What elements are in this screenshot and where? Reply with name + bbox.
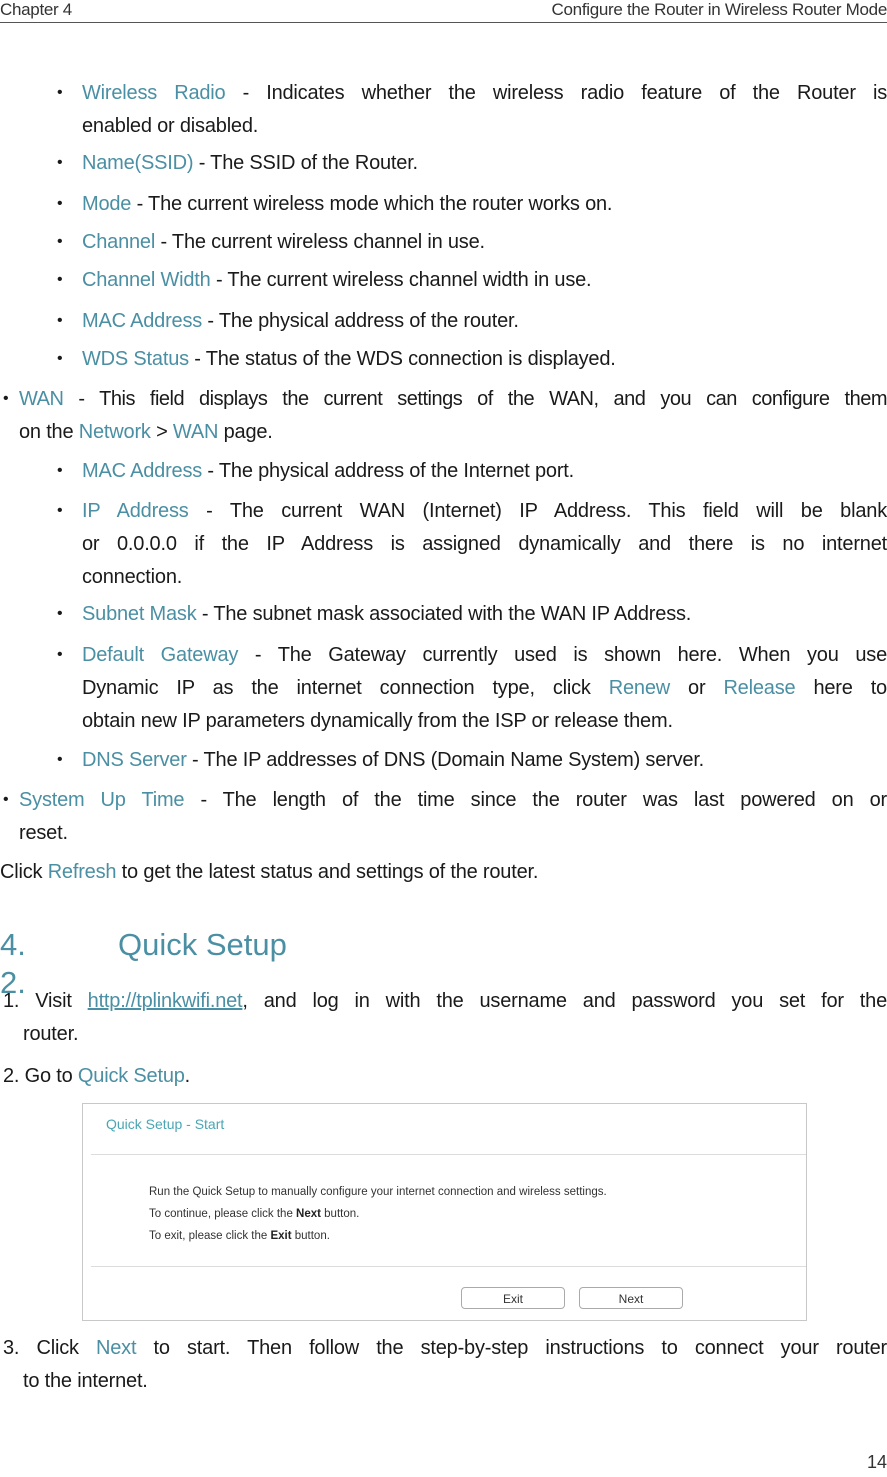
list-item-channel: Channel - The current wireless channel i… xyxy=(82,231,485,253)
panel-line-2: To continue, please click the Next butto… xyxy=(149,1208,360,1220)
step-2: 2. Go to Quick Setup. xyxy=(3,1065,191,1087)
panel-line-3: To exit, please click the Exit button. xyxy=(149,1230,330,1242)
bullet-icon: • xyxy=(57,271,63,288)
bullet-icon: • xyxy=(3,390,9,407)
term: Subnet Mask xyxy=(82,603,197,625)
list-item-ssid: Name(SSID) - The SSID of the Router. xyxy=(82,152,418,174)
list-item-continuation: obtain new IP parameters dynamically fro… xyxy=(82,710,673,732)
bullet-icon: • xyxy=(57,312,63,329)
list-item-wan: WAN - This field displays the current se… xyxy=(19,388,887,410)
list-item-wds-status: WDS Status - The status of the WDS conne… xyxy=(82,348,616,370)
term: MAC Address xyxy=(82,310,203,332)
step-3: 3. Click Next to start. Then follow the … xyxy=(3,1337,887,1359)
term: Mode xyxy=(82,193,132,215)
exit-button[interactable]: Exit xyxy=(461,1287,565,1309)
bullet-icon: • xyxy=(3,791,9,808)
term: Default Gateway xyxy=(82,644,239,666)
list-item-default-gateway: Default Gateway - The Gateway currently … xyxy=(82,644,887,666)
renew-link: Renew xyxy=(608,677,670,699)
bullet-icon: • xyxy=(57,84,63,101)
divider xyxy=(91,1154,806,1155)
term: Channel Width xyxy=(82,269,211,291)
bullet-icon: • xyxy=(57,195,63,212)
page-header: Chapter 4 Configure the Router in Wirele… xyxy=(0,0,887,23)
term: Wireless Radio xyxy=(82,82,226,104)
refresh-paragraph: Click Refresh to get the latest status a… xyxy=(0,861,539,883)
bullet-icon: • xyxy=(57,462,63,479)
list-item-wan-mac: MAC Address - The physical address of th… xyxy=(82,460,575,482)
term: DNS Server xyxy=(82,749,187,771)
panel-title: Quick Setup - Start xyxy=(106,1116,225,1132)
quick-setup-screenshot: Quick Setup - Start Run the Quick Setup … xyxy=(82,1103,807,1321)
list-item-channel-width: Channel Width - The current wireless cha… xyxy=(82,269,592,291)
list-item-continuation: reset. xyxy=(19,822,68,844)
term: WAN xyxy=(19,388,64,410)
list-item-subnet-mask: Subnet Mask - The subnet mask associated… xyxy=(82,603,692,625)
list-item-system-up-time: System Up Time - The length of the time … xyxy=(19,789,887,811)
bullet-icon: • xyxy=(57,751,63,768)
list-item-continuation: or 0.0.0.0 if the IP Address is assigned… xyxy=(82,533,887,555)
list-item-dns-server: DNS Server - The IP addresses of DNS (Do… xyxy=(82,749,705,771)
chapter-title: Configure the Router in Wireless Router … xyxy=(551,0,887,19)
list-item-continuation: connection. xyxy=(82,566,183,588)
bullet-icon: • xyxy=(57,646,63,663)
list-item-mac-address: MAC Address - The physical address of th… xyxy=(82,310,519,332)
nav-network: Network xyxy=(78,421,151,443)
quick-setup-link: Quick Setup xyxy=(77,1065,185,1087)
list-item-continuation: enabled or disabled. xyxy=(82,115,259,137)
tplinkwifi-link[interactable]: http://tplinkwifi.net xyxy=(88,990,243,1012)
term: System Up Time xyxy=(19,789,185,811)
divider xyxy=(91,1266,806,1267)
list-item-continuation: Dynamic IP as the internet connection ty… xyxy=(82,677,887,699)
term: Name(SSID) xyxy=(82,152,194,174)
bullet-icon: • xyxy=(57,350,63,367)
bullet-icon: • xyxy=(57,154,63,171)
term: Channel xyxy=(82,231,156,253)
next-link: Next xyxy=(96,1337,137,1359)
release-link: Release xyxy=(723,677,796,699)
step-1: 1. Visit http://tplinkwifi.net, and log … xyxy=(3,990,887,1012)
step-continuation: to the internet. xyxy=(23,1370,148,1392)
bullet-icon: • xyxy=(57,502,63,519)
nav-wan: WAN xyxy=(172,421,219,443)
step-continuation: router. xyxy=(23,1023,79,1045)
list-item-wireless-radio: Wireless Radio - Indicates whether the w… xyxy=(82,82,887,104)
refresh-link: Refresh xyxy=(47,861,117,883)
bullet-icon: • xyxy=(57,605,63,622)
next-button[interactable]: Next xyxy=(579,1287,683,1309)
term: IP Address xyxy=(82,500,189,522)
section-title: Quick Setup xyxy=(118,927,287,962)
chapter-label: Chapter 4 xyxy=(0,0,72,19)
list-item-continuation: on the Network > WAN page. xyxy=(19,421,273,443)
list-item-mode: Mode - The current wireless mode which t… xyxy=(82,193,613,215)
panel-line-1: Run the Quick Setup to manually configur… xyxy=(149,1186,607,1198)
term: WDS Status xyxy=(82,348,189,370)
term: MAC Address xyxy=(82,460,203,482)
bullet-icon: • xyxy=(57,233,63,250)
page-number: 14 xyxy=(866,1452,887,1472)
list-item-wan-ip: IP Address - The current WAN (Internet) … xyxy=(82,500,887,522)
